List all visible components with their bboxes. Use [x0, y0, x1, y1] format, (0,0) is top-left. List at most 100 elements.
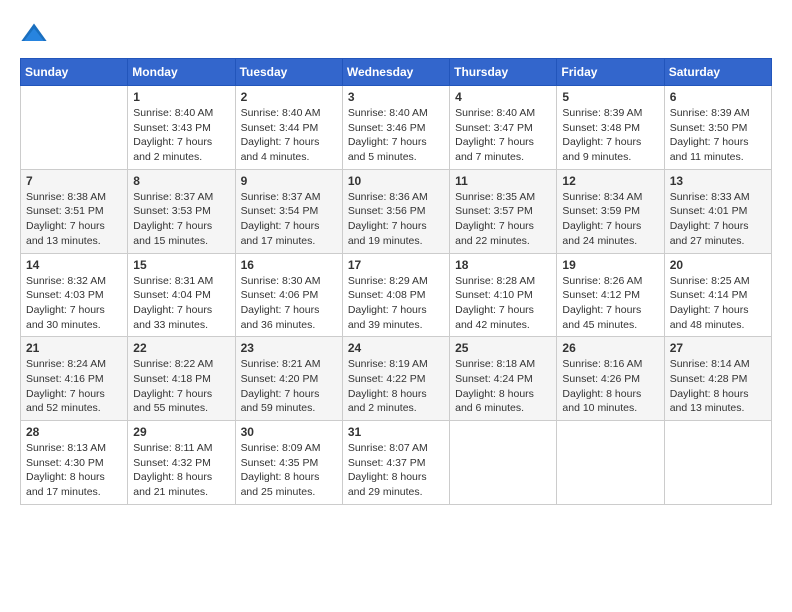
calendar-cell: 8 Sunrise: 8:37 AMSunset: 3:53 PMDaylight…	[128, 169, 235, 253]
day-info: Sunrise: 8:39 AMSunset: 3:48 PMDaylight:…	[562, 106, 658, 165]
day-number: 12	[562, 174, 658, 188]
calendar-cell: 20 Sunrise: 8:25 AMSunset: 4:14 PMDayligh…	[664, 253, 771, 337]
day-number: 6	[670, 90, 766, 104]
day-info: Sunrise: 8:37 AMSunset: 3:53 PMDaylight:…	[133, 190, 229, 249]
day-number: 3	[348, 90, 444, 104]
day-info: Sunrise: 8:33 AMSunset: 4:01 PMDaylight:…	[670, 190, 766, 249]
day-number: 2	[241, 90, 337, 104]
calendar-cell: 17 Sunrise: 8:29 AMSunset: 4:08 PMDayligh…	[342, 253, 449, 337]
logo	[20, 20, 52, 48]
day-number: 28	[26, 425, 122, 439]
day-number: 11	[455, 174, 551, 188]
calendar-cell: 10Sunrise: 8:36 AMSunset: 3:56 PMDayligh…	[342, 169, 449, 253]
calendar-cell: 4 Sunrise: 8:40 AMSunset: 3:47 PMDaylight…	[450, 86, 557, 170]
weekday-header-tuesday: Tuesday	[235, 59, 342, 86]
calendar-cell: 27Sunrise: 8:14 AMSunset: 4:28 PMDayligh…	[664, 337, 771, 421]
day-info: Sunrise: 8:18 AMSunset: 4:24 PMDaylight:…	[455, 357, 551, 416]
calendar-week-row: 28 Sunrise: 8:13 AMSunset: 4:30 PMDayligh…	[21, 421, 772, 505]
day-number: 16	[241, 258, 337, 272]
day-number: 30	[241, 425, 337, 439]
calendar-cell	[21, 86, 128, 170]
day-number: 19	[562, 258, 658, 272]
calendar-cell: 26 Sunrise: 8:16 AMSunset: 4:26 PMDayligh…	[557, 337, 664, 421]
day-number: 27	[670, 341, 766, 355]
calendar-cell: 19Sunrise: 8:26 AMSunset: 4:12 PMDayligh…	[557, 253, 664, 337]
calendar-cell: 24 Sunrise: 8:19 AMSunset: 4:22 PMDayligh…	[342, 337, 449, 421]
calendar-cell: 2 Sunrise: 8:40 AMSunset: 3:44 PMDaylight…	[235, 86, 342, 170]
weekday-header-wednesday: Wednesday	[342, 59, 449, 86]
day-info: Sunrise: 8:39 AMSunset: 3:50 PMDaylight:…	[670, 106, 766, 165]
calendar-cell: 14Sunrise: 8:32 AMSunset: 4:03 PMDayligh…	[21, 253, 128, 337]
day-info: Sunrise: 8:28 AMSunset: 4:10 PMDaylight:…	[455, 274, 551, 333]
day-info: Sunrise: 8:34 AMSunset: 3:59 PMDaylight:…	[562, 190, 658, 249]
day-number: 26	[562, 341, 658, 355]
calendar-cell: 15Sunrise: 8:31 AMSunset: 4:04 PMDayligh…	[128, 253, 235, 337]
calendar-cell	[450, 421, 557, 505]
day-info: Sunrise: 8:16 AMSunset: 4:26 PMDaylight:…	[562, 357, 658, 416]
calendar-cell: 16 Sunrise: 8:30 AMSunset: 4:06 PMDayligh…	[235, 253, 342, 337]
calendar-cell: 29Sunrise: 8:11 AMSunset: 4:32 PMDayligh…	[128, 421, 235, 505]
calendar-week-row: 14Sunrise: 8:32 AMSunset: 4:03 PMDayligh…	[21, 253, 772, 337]
calendar-cell: 21 Sunrise: 8:24 AMSunset: 4:16 PMDayligh…	[21, 337, 128, 421]
day-number: 18	[455, 258, 551, 272]
calendar-cell: 13Sunrise: 8:33 AMSunset: 4:01 PMDayligh…	[664, 169, 771, 253]
weekday-header-saturday: Saturday	[664, 59, 771, 86]
calendar-cell: 12 Sunrise: 8:34 AMSunset: 3:59 PMDayligh…	[557, 169, 664, 253]
calendar-cell: 1Sunrise: 8:40 AMSunset: 3:43 PMDaylight…	[128, 86, 235, 170]
calendar-cell: 6 Sunrise: 8:39 AMSunset: 3:50 PMDaylight…	[664, 86, 771, 170]
day-info: Sunrise: 8:25 AMSunset: 4:14 PMDaylight:…	[670, 274, 766, 333]
day-number: 23	[241, 341, 337, 355]
calendar-cell	[557, 421, 664, 505]
day-info: Sunrise: 8:19 AMSunset: 4:22 PMDaylight:…	[348, 357, 444, 416]
day-number: 21	[26, 341, 122, 355]
calendar-week-row: 7 Sunrise: 8:38 AMSunset: 3:51 PMDaylight…	[21, 169, 772, 253]
day-number: 1	[133, 90, 229, 104]
day-info: Sunrise: 8:13 AMSunset: 4:30 PMDaylight:…	[26, 441, 122, 500]
day-number: 17	[348, 258, 444, 272]
day-info: Sunrise: 8:37 AMSunset: 3:54 PMDaylight:…	[241, 190, 337, 249]
day-number: 24	[348, 341, 444, 355]
day-info: Sunrise: 8:29 AMSunset: 4:08 PMDaylight:…	[348, 274, 444, 333]
day-info: Sunrise: 8:36 AMSunset: 3:56 PMDaylight:…	[348, 190, 444, 249]
day-number: 7	[26, 174, 122, 188]
day-info: Sunrise: 8:09 AMSunset: 4:35 PMDaylight:…	[241, 441, 337, 500]
page-header	[20, 20, 772, 48]
day-info: Sunrise: 8:30 AMSunset: 4:06 PMDaylight:…	[241, 274, 337, 333]
day-info: Sunrise: 8:35 AMSunset: 3:57 PMDaylight:…	[455, 190, 551, 249]
logo-icon	[20, 20, 48, 48]
calendar-header-row: SundayMondayTuesdayWednesdayThursdayFrid…	[21, 59, 772, 86]
day-info: Sunrise: 8:21 AMSunset: 4:20 PMDaylight:…	[241, 357, 337, 416]
day-info: Sunrise: 8:38 AMSunset: 3:51 PMDaylight:…	[26, 190, 122, 249]
calendar-cell: 3 Sunrise: 8:40 AMSunset: 3:46 PMDaylight…	[342, 86, 449, 170]
calendar-cell: 22 Sunrise: 8:22 AMSunset: 4:18 PMDayligh…	[128, 337, 235, 421]
calendar-cell: 28 Sunrise: 8:13 AMSunset: 4:30 PMDayligh…	[21, 421, 128, 505]
weekday-header-monday: Monday	[128, 59, 235, 86]
day-number: 8	[133, 174, 229, 188]
day-number: 4	[455, 90, 551, 104]
day-info: Sunrise: 8:40 AMSunset: 3:46 PMDaylight:…	[348, 106, 444, 165]
day-info: Sunrise: 8:32 AMSunset: 4:03 PMDaylight:…	[26, 274, 122, 333]
day-info: Sunrise: 8:40 AMSunset: 3:44 PMDaylight:…	[241, 106, 337, 165]
calendar-week-row: 21 Sunrise: 8:24 AMSunset: 4:16 PMDayligh…	[21, 337, 772, 421]
calendar-cell: 23 Sunrise: 8:21 AMSunset: 4:20 PMDayligh…	[235, 337, 342, 421]
day-number: 25	[455, 341, 551, 355]
calendar-cell	[664, 421, 771, 505]
calendar-cell: 11 Sunrise: 8:35 AMSunset: 3:57 PMDayligh…	[450, 169, 557, 253]
day-info: Sunrise: 8:07 AMSunset: 4:37 PMDaylight:…	[348, 441, 444, 500]
day-info: Sunrise: 8:11 AMSunset: 4:32 PMDaylight:…	[133, 441, 229, 500]
calendar-cell: 7 Sunrise: 8:38 AMSunset: 3:51 PMDaylight…	[21, 169, 128, 253]
day-number: 22	[133, 341, 229, 355]
day-info: Sunrise: 8:31 AMSunset: 4:04 PMDaylight:…	[133, 274, 229, 333]
weekday-header-thursday: Thursday	[450, 59, 557, 86]
day-info: Sunrise: 8:24 AMSunset: 4:16 PMDaylight:…	[26, 357, 122, 416]
calendar-table: SundayMondayTuesdayWednesdayThursdayFrid…	[20, 58, 772, 505]
day-number: 5	[562, 90, 658, 104]
calendar-cell: 18 Sunrise: 8:28 AMSunset: 4:10 PMDayligh…	[450, 253, 557, 337]
day-number: 20	[670, 258, 766, 272]
day-number: 9	[241, 174, 337, 188]
calendar-cell: 25 Sunrise: 8:18 AMSunset: 4:24 PMDayligh…	[450, 337, 557, 421]
weekday-header-sunday: Sunday	[21, 59, 128, 86]
calendar-cell: 30 Sunrise: 8:09 AMSunset: 4:35 PMDayligh…	[235, 421, 342, 505]
day-info: Sunrise: 8:40 AMSunset: 3:47 PMDaylight:…	[455, 106, 551, 165]
day-info: Sunrise: 8:22 AMSunset: 4:18 PMDaylight:…	[133, 357, 229, 416]
